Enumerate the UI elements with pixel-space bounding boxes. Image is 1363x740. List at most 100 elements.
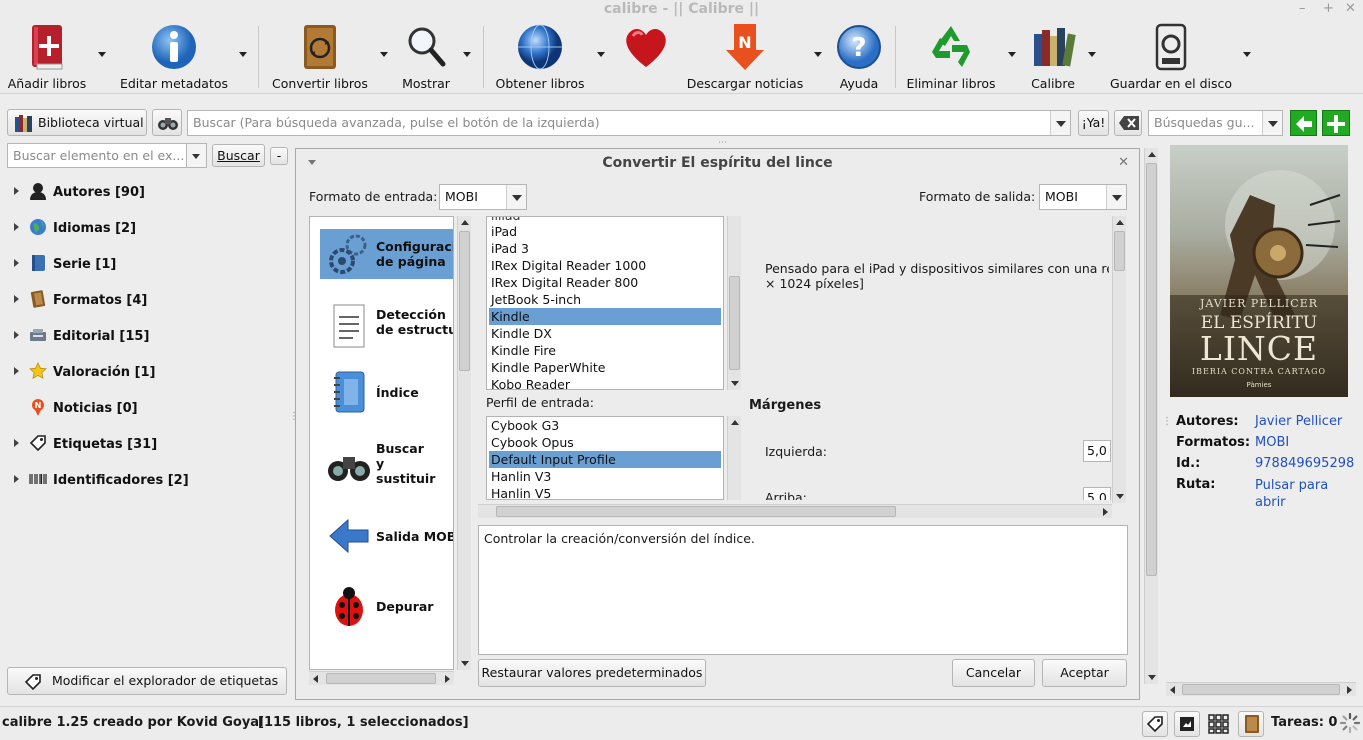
- save-search-button[interactable]: [1290, 110, 1317, 136]
- view-dropdown-icon[interactable]: [463, 52, 471, 57]
- tag-category-series[interactable]: Serie [1]: [14, 254, 116, 276]
- list-item[interactable]: Kobo Reader: [489, 376, 721, 389]
- download-news-button[interactable]: N Descargar noticias: [684, 22, 806, 91]
- cover-browser-toggle-button[interactable]: [1174, 711, 1200, 737]
- scroll-right-icon[interactable]: [445, 675, 450, 683]
- scroll-up-icon[interactable]: [1116, 220, 1124, 225]
- accept-button[interactable]: Aceptar: [1042, 659, 1127, 687]
- get-books-dropdown-icon[interactable]: [597, 52, 605, 57]
- tag-category-identifiers[interactable]: Identificadores [2]: [14, 470, 189, 492]
- delete-search-button[interactable]: [1322, 110, 1350, 136]
- view-button[interactable]: Mostrar: [394, 22, 458, 91]
- minimize-icon[interactable]: –: [1299, 0, 1306, 18]
- expand-arrow-icon[interactable]: [14, 295, 19, 303]
- list-item[interactable]: Kindle Fire: [489, 342, 721, 359]
- category-structure-detection[interactable]: Detección de estructu: [320, 299, 453, 353]
- id-link[interactable]: 9788496952980: [1255, 456, 1355, 471]
- edit-metadata-button[interactable]: Editar metadatos: [116, 22, 232, 91]
- cancel-button[interactable]: Cancelar: [952, 659, 1035, 687]
- output-profile-vscrollbar[interactable]: [727, 216, 741, 390]
- output-format-combo[interactable]: MOBI: [1039, 184, 1127, 210]
- scrollbar-thumb[interactable]: [496, 506, 896, 517]
- list-item[interactable]: Hanlin V5: [489, 485, 721, 499]
- splitter-handle[interactable]: ⋮: [1162, 416, 1172, 427]
- input-format-dropdown-icon[interactable]: [506, 185, 526, 209]
- tag-category-authors[interactable]: Autores [90]: [14, 182, 145, 204]
- input-format-combo[interactable]: MOBI: [439, 184, 527, 210]
- download-news-dropdown-icon[interactable]: [814, 52, 822, 57]
- close-icon[interactable]: ✕: [1345, 0, 1356, 18]
- search-go-button[interactable]: ¡Ya!: [1078, 110, 1109, 136]
- save-to-disk-dropdown-icon[interactable]: [1243, 52, 1251, 57]
- scrollbar-thumb[interactable]: [729, 276, 740, 370]
- search-input[interactable]: Buscar (Para búsqueda avanzada, pulse el…: [187, 110, 1071, 136]
- tag-collapse-button[interactable]: -: [270, 147, 288, 165]
- scroll-left-icon[interactable]: [1170, 686, 1175, 694]
- category-page-setup[interactable]: Configuraciónde página: [320, 231, 453, 277]
- list-item-selected[interactable]: Default Input Profile: [489, 451, 721, 468]
- margin-left-input[interactable]: 5,0: [1083, 440, 1111, 462]
- maximize-icon[interactable]: +: [1323, 0, 1334, 18]
- get-books-button[interactable]: Obtener libros: [492, 22, 588, 91]
- margin-top-input[interactable]: 5,0: [1083, 487, 1111, 500]
- clear-search-button[interactable]: [1114, 110, 1142, 136]
- tag-browser-toggle-button[interactable]: [1142, 711, 1168, 737]
- scroll-down-icon[interactable]: [1116, 494, 1124, 499]
- list-item-selected[interactable]: Kindle: [489, 308, 721, 325]
- add-books-dropdown-icon[interactable]: [98, 52, 106, 57]
- category-hscrollbar[interactable]: [309, 671, 454, 685]
- list-item[interactable]: Cybook G3: [489, 417, 721, 434]
- formats-link[interactable]: MOBI: [1255, 435, 1289, 450]
- scroll-right-icon[interactable]: [1347, 686, 1352, 694]
- category-mobi-output[interactable]: Salida MOBI: [320, 513, 453, 563]
- list-item[interactable]: Hanlin V3: [489, 468, 721, 485]
- list-item[interactable]: iPad: [489, 223, 721, 240]
- tag-category-tags[interactable]: Etiquetas [31]: [14, 434, 157, 456]
- help-button[interactable]: ? Ayuda: [832, 22, 886, 91]
- saved-searches-combo[interactable]: Búsquedas gu...: [1148, 110, 1283, 136]
- restore-defaults-button[interactable]: Restaurar valores predeterminados: [478, 659, 706, 687]
- splitter-handle[interactable]: ⋮: [289, 412, 299, 428]
- splitter-handle[interactable]: ⋯: [718, 139, 738, 148]
- settings-hscrollbar[interactable]: [478, 504, 1112, 518]
- scrollbar-thumb[interactable]: [326, 673, 436, 684]
- details-hscrollbar[interactable]: [1166, 682, 1356, 696]
- list-item[interactable]: IRex Digital Reader 800: [489, 274, 721, 291]
- output-format-dropdown-icon[interactable]: [1106, 185, 1126, 209]
- tag-find-input[interactable]: Buscar elemento en el ex...: [7, 143, 187, 168]
- library-dropdown-icon[interactable]: [1088, 52, 1096, 57]
- scroll-up-icon[interactable]: [461, 220, 469, 225]
- expand-arrow-icon[interactable]: [14, 223, 19, 231]
- delete-books-dropdown-icon[interactable]: [1008, 52, 1016, 57]
- close-icon[interactable]: ✕: [1118, 149, 1129, 177]
- book-cover[interactable]: JAVIER PELLICER EL ESPÍRITU LINCE IBERIA…: [1170, 145, 1348, 397]
- saved-searches-dropdown-icon[interactable]: [1262, 111, 1282, 135]
- scrollbar-thumb[interactable]: [1182, 684, 1340, 695]
- tag-category-news[interactable]: N Noticias [0]: [14, 398, 138, 420]
- library-button[interactable]: Calibre: [1024, 22, 1082, 91]
- book-details-toggle-button[interactable]: [1238, 711, 1264, 737]
- expand-arrow-icon[interactable]: [14, 367, 19, 375]
- modify-tag-browser-button[interactable]: Modificar el explorador de etiquetas ▼: [7, 667, 287, 716]
- advanced-search-button[interactable]: [152, 109, 182, 136]
- tag-category-publisher[interactable]: Editorial [15]: [14, 326, 149, 348]
- list-item[interactable]: Kindle PaperWhite: [489, 359, 721, 376]
- scroll-down-icon[interactable]: [731, 381, 739, 386]
- scroll-down-icon[interactable]: [1148, 675, 1156, 680]
- tag-category-formats[interactable]: Formatos [4]: [14, 290, 147, 312]
- jobs-text[interactable]: Tareas: 0: [1271, 715, 1337, 730]
- input-profile-vscrollbar[interactable]: [727, 416, 741, 500]
- expand-arrow-icon[interactable]: [14, 259, 19, 267]
- expand-arrow-icon[interactable]: [14, 331, 19, 339]
- edit-metadata-dropdown-icon[interactable]: [239, 52, 247, 57]
- book-list-vscrollbar[interactable]: [1144, 148, 1158, 684]
- category-debug[interactable]: Depurar: [320, 583, 453, 633]
- list-item[interactable]: IRex Digital Reader 1000: [489, 257, 721, 274]
- scroll-up-icon[interactable]: [1148, 152, 1156, 157]
- scrollbar-thumb[interactable]: [1114, 231, 1125, 271]
- add-books-button[interactable]: Añadir libros: [4, 22, 90, 91]
- list-item[interactable]: Cybook Opus: [489, 434, 721, 451]
- scroll-left-icon[interactable]: [313, 675, 318, 683]
- donate-button[interactable]: [618, 22, 674, 72]
- save-to-disk-button[interactable]: Guardar en el disco: [1108, 22, 1234, 91]
